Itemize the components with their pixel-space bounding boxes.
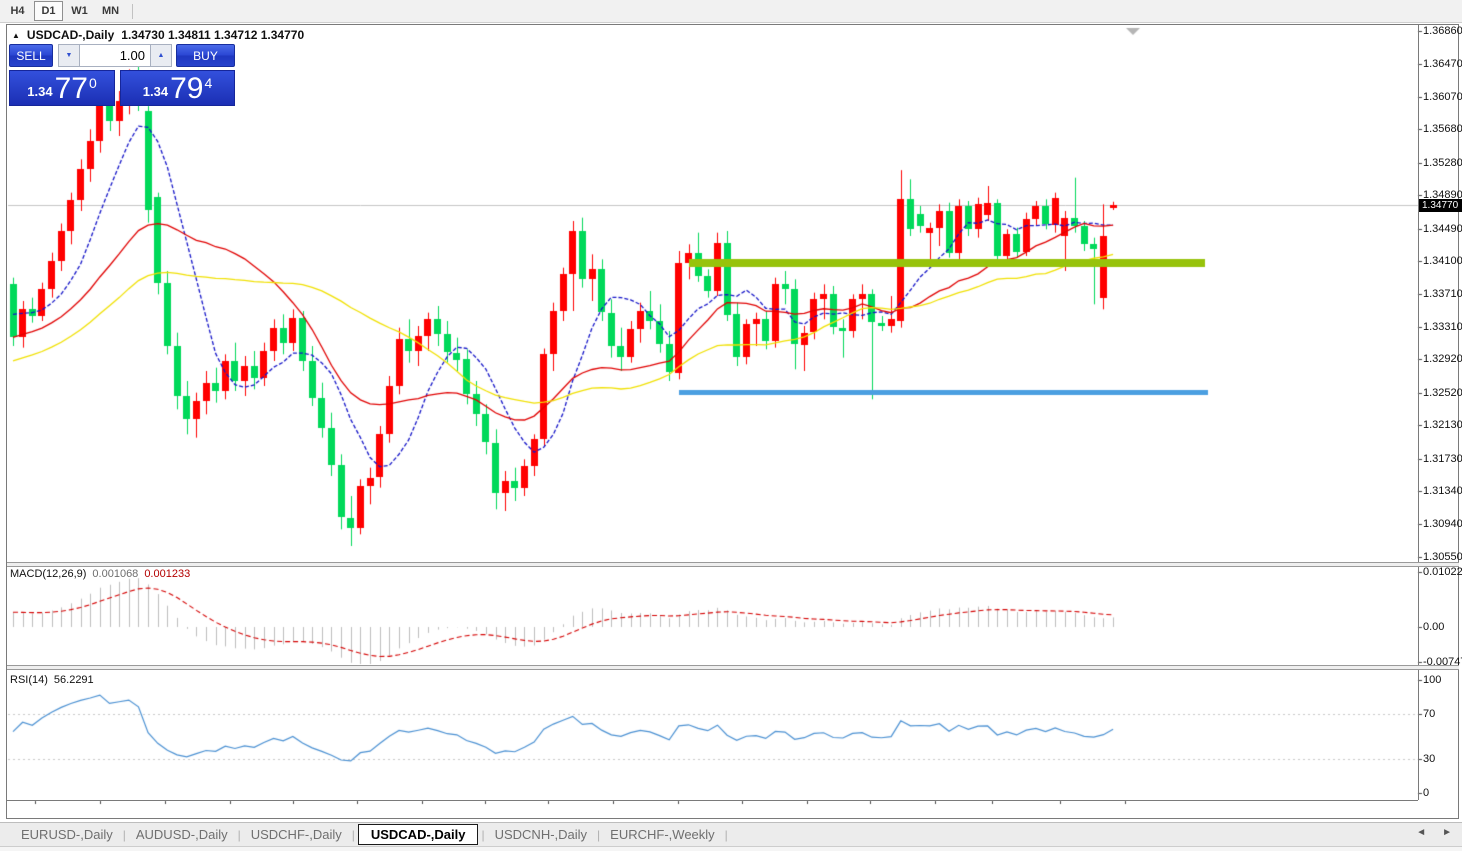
- status-strip: [0, 846, 1462, 851]
- collapse-arrow-icon[interactable]: ▲: [12, 31, 20, 40]
- timeframe-button-w1[interactable]: W1: [65, 1, 94, 21]
- macd-main-value: 0.001068: [92, 568, 138, 580]
- rsi-axis-label: 30: [1423, 753, 1435, 765]
- buy-price-display[interactable]: 1.34794: [120, 70, 235, 106]
- rsi-pane-splitter[interactable]: [7, 665, 1459, 670]
- rsi-axis-label: 0: [1423, 787, 1429, 799]
- macd-label-row: MACD(12,26,9) 0.001068 0.001233: [10, 568, 190, 580]
- tab-separator: |: [725, 828, 728, 842]
- chart-tabbar: EURUSD-,Daily|AUDUSD-,Daily|USDCHF-,Dail…: [0, 822, 1462, 846]
- tab-separator: |: [597, 828, 600, 842]
- timeframe-button-mn[interactable]: MN: [96, 1, 125, 21]
- macd-axis-label: -0.007477: [1423, 656, 1462, 668]
- volume-input[interactable]: [80, 44, 150, 67]
- price-axis-label: 1.36470: [1423, 58, 1462, 70]
- timeframe-button-d1[interactable]: D1: [34, 1, 63, 21]
- sell-price-prefix: 1.34: [27, 84, 52, 99]
- price-axis-label: 1.33710: [1423, 288, 1462, 300]
- date-axis-line: [7, 800, 1418, 801]
- price-axis-label: 1.30550: [1423, 551, 1462, 563]
- timeframe-button-h4[interactable]: H4: [3, 1, 32, 21]
- sell-price-display[interactable]: 1.34770: [9, 70, 115, 106]
- macd-pane-splitter[interactable]: [7, 562, 1459, 567]
- volume-increase-icon[interactable]: ▲: [150, 44, 172, 67]
- rsi-axis-label: 70: [1423, 708, 1435, 720]
- price-axis-label: 1.32920: [1423, 353, 1462, 365]
- price-axis-label: 1.31340: [1423, 485, 1462, 497]
- buy-button[interactable]: BUY: [176, 44, 235, 67]
- rsi-axis-label: 100: [1423, 674, 1441, 686]
- buy-price-prefix: 1.34: [143, 84, 168, 99]
- symbol-header: ▲ USDCAD-,Daily 1.34730 1.34811 1.34712 …: [12, 28, 304, 42]
- macd-signal-value: 0.001233: [144, 568, 190, 580]
- buy-price-sup: 4: [204, 75, 212, 91]
- price-axis-label: 1.35680: [1423, 123, 1462, 135]
- tab-eurchf[interactable]: EURCHF-,Weekly: [603, 825, 722, 844]
- rsi-value: 56.2291: [54, 674, 94, 686]
- price-axis-line: [1418, 25, 1419, 800]
- price-chart-canvas[interactable]: [0, 0, 1462, 850]
- price-axis-label: 1.33310: [1423, 321, 1462, 333]
- macd-indicator-label: MACD(12,26,9): [10, 568, 86, 580]
- sell-price-sup: 0: [89, 75, 97, 91]
- macd-axis-label: 0.00: [1423, 621, 1444, 633]
- tab-eurusd[interactable]: EURUSD-,Daily: [14, 825, 120, 844]
- price-axis-label: 1.34100: [1423, 255, 1462, 267]
- symbol-title: USDCAD-,Daily: [27, 28, 114, 42]
- price-axis-label: 1.34490: [1423, 223, 1462, 235]
- toolbar-separator: [132, 4, 133, 19]
- sell-button[interactable]: SELL: [9, 44, 53, 67]
- price-axis-label: 1.36070: [1423, 91, 1462, 103]
- macd-axis-label: 0.010229: [1423, 566, 1462, 578]
- volume-stepper: ▼ ▲: [58, 44, 172, 67]
- tab-usdcnh[interactable]: USDCNH-,Daily: [488, 825, 594, 844]
- symbol-ohlc-values: 1.34730 1.34811 1.34712 1.34770: [121, 28, 304, 42]
- timeframe-toolbar: H4D1W1MN: [0, 0, 1462, 23]
- tab-usdchf[interactable]: USDCHF-,Daily: [244, 825, 349, 844]
- rsi-label-row: RSI(14) 56.2291: [10, 674, 94, 686]
- scroll-left-icon[interactable]: ◄: [1416, 827, 1426, 838]
- price-axis-label: 1.32520: [1423, 387, 1462, 399]
- tab-separator: |: [352, 828, 355, 842]
- sell-price-main: 77: [55, 76, 88, 102]
- one-click-trade-panel: SELL ▼ ▲ BUY 1.34770 1.34794: [9, 44, 235, 106]
- scroll-right-icon[interactable]: ►: [1442, 827, 1452, 838]
- tabbar-scroll: ◄ ►: [1416, 827, 1452, 838]
- rsi-indicator-label: RSI(14): [10, 674, 48, 686]
- tab-separator: |: [238, 828, 241, 842]
- tab-usdcad[interactable]: USDCAD-,Daily: [358, 824, 479, 845]
- current-price-tag: 1.34770: [1419, 199, 1462, 212]
- volume-decrease-icon[interactable]: ▼: [58, 44, 80, 67]
- price-axis-label: 1.30940: [1423, 518, 1462, 530]
- price-axis-label: 1.35280: [1423, 157, 1462, 169]
- tab-audusd[interactable]: AUDUSD-,Daily: [129, 825, 235, 844]
- tab-separator: |: [481, 828, 484, 842]
- price-axis-label: 1.36860: [1423, 25, 1462, 37]
- tab-separator: |: [123, 828, 126, 842]
- price-axis-label: 1.31730: [1423, 453, 1462, 465]
- price-axis-label: 1.32130: [1423, 419, 1462, 431]
- buy-price-main: 79: [170, 76, 203, 102]
